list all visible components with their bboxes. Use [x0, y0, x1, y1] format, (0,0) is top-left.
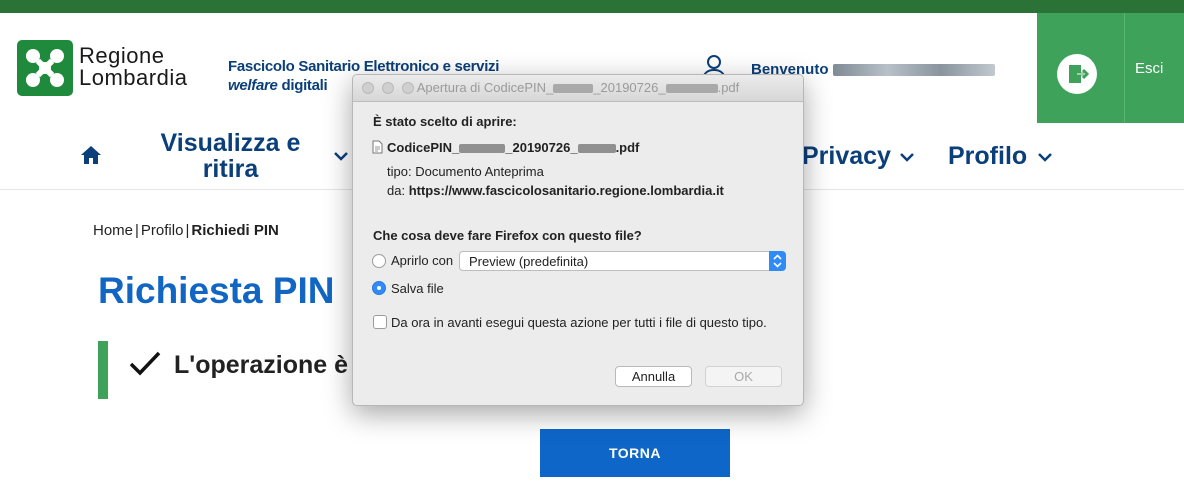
exit-separator [1124, 13, 1125, 123]
question-label: Che cosa deve fare Firefox con questo fi… [373, 228, 642, 243]
regione-lombardia-logo-text[interactable]: Regione Lombardia [79, 45, 187, 89]
chevron-down-icon[interactable] [1037, 151, 1053, 163]
type-value: Documento Anteprima [415, 164, 544, 179]
nav-item-line-1: Visualizza e [160, 129, 301, 157]
operation-message: L'operazione è [174, 351, 349, 379]
breadcrumb-home[interactable]: Home [93, 222, 133, 239]
logo-line-2: Lombardia [79, 65, 188, 90]
file-name-mid: _20190726_ [505, 140, 578, 155]
fse-subtitle-italic: welfare [228, 77, 278, 94]
fse-subtitle: welfare digitali [228, 77, 328, 94]
open-with-select[interactable]: Preview (predefinita) [459, 251, 786, 271]
file-name: CodicePIN_ _20190726_ .pdf [387, 140, 639, 155]
breadcrumb-sep: | [135, 222, 139, 239]
save-file-radio[interactable] [372, 281, 386, 295]
open-with-label[interactable]: Aprirlo con [391, 253, 453, 268]
chevron-down-icon[interactable] [333, 150, 349, 162]
redacted-text [459, 144, 506, 154]
redacted-username [832, 64, 995, 77]
dialog-title-prefix: Apertura di CodicePIN_ [416, 80, 554, 95]
dialog-title-mid: _20190726_ [593, 80, 666, 95]
open-with-value: Preview (predefinita) [469, 254, 589, 269]
redacted-text [553, 84, 594, 94]
page-title: Richiesta PIN [98, 270, 335, 311]
dialog-title-suffix: .pdf [717, 80, 740, 95]
logo-line-1: Regione [79, 43, 165, 68]
nav-profilo[interactable]: Profilo [948, 142, 1027, 171]
nav-item-line-2: ritira [202, 155, 259, 183]
redacted-text [577, 144, 616, 154]
nav-visualizza-ritira[interactable]: Visualizza e ritira [158, 130, 303, 182]
save-file-label[interactable]: Salva file [391, 281, 444, 296]
breadcrumb-profilo[interactable]: Profilo [141, 222, 184, 239]
pdf-file-icon [372, 140, 383, 159]
file-name-suffix: .pdf [615, 140, 640, 155]
remember-choice-checkbox[interactable] [373, 315, 387, 329]
fse-title: Fascicolo Sanitario Elettronico e serviz… [228, 58, 500, 75]
regione-lombardia-logo-icon[interactable] [17, 40, 73, 96]
file-source-row: da: https://www.fascicolosanitario.regio… [387, 183, 724, 198]
cancel-button[interactable]: Annulla [615, 366, 692, 387]
file-name-prefix: CodicePIN_ [387, 140, 460, 155]
type-label: tipo: [387, 164, 412, 179]
select-arrows-icon[interactable] [769, 251, 786, 271]
chosen-to-open-label: È stato scelto di aprire: [373, 114, 517, 129]
download-dialog: Apertura di CodicePIN_ _20190726_ .pdf È s… [352, 74, 804, 406]
home-icon[interactable] [80, 145, 102, 170]
operation-status-bar [98, 341, 108, 399]
dialog-title: Apertura di CodicePIN_ _20190726_ .pdf [353, 80, 803, 95]
from-value: https://www.fascicolosanitario.regione.l… [408, 183, 724, 198]
ok-button[interactable]: OK [705, 366, 782, 387]
top-accent-bar [0, 0, 1184, 13]
fse-subtitle-rest: digitali [277, 77, 328, 94]
exit-label[interactable]: Esci [1135, 60, 1163, 77]
exit-icon[interactable] [1057, 54, 1097, 94]
breadcrumb-current: Richiedi PIN [191, 222, 279, 239]
breadcrumb-sep: | [185, 222, 190, 239]
nav-privacy[interactable]: Privacy [802, 142, 891, 171]
file-type-row: tipo: Documento Anteprima [387, 164, 544, 179]
open-with-radio[interactable] [372, 254, 386, 268]
remember-choice-label[interactable]: Da ora in avanti esegui questa azione pe… [391, 315, 767, 330]
breadcrumb: Home | Profilo | Richiedi PIN [93, 222, 279, 239]
chevron-down-icon[interactable] [899, 151, 915, 163]
check-icon [128, 350, 162, 383]
dialog-titlebar[interactable]: Apertura di CodicePIN_ _20190726_ .pdf [353, 75, 803, 102]
redacted-text [665, 84, 718, 94]
torna-button[interactable]: TORNA [540, 429, 730, 477]
from-label: da: [387, 183, 406, 198]
